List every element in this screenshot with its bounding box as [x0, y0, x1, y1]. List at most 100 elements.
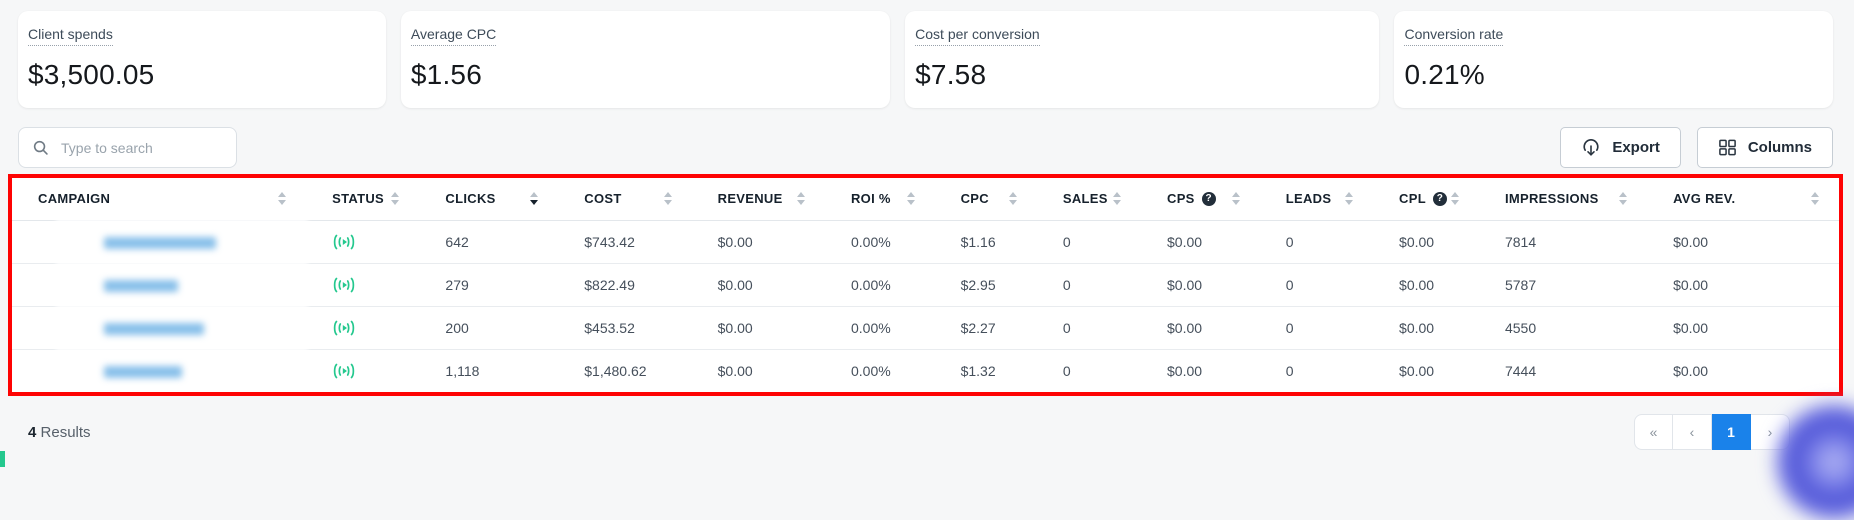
sort-icon[interactable] [1345, 192, 1354, 206]
column-header-revenue[interactable]: REVENUE [691, 178, 825, 221]
campaigns-table-red-frame: CAMPAIGN STATUS CLICKS COST REVENUE ROI % CPC S… [8, 174, 1843, 396]
kpi-value: 0.21% [1404, 59, 1485, 90]
cell-impressions: 7444 [1478, 348, 1648, 392]
help-icon[interactable]: ? [1432, 191, 1447, 206]
cell-clicks: 642 [445, 233, 469, 250]
cell-sales: 0 [1036, 348, 1142, 392]
cell-avg_rev: $0.00 [1647, 262, 1839, 306]
column-label: AVG REV. [1673, 191, 1736, 207]
cell-sales: 0 [1036, 305, 1142, 349]
column-label: CAMPAIGN [38, 191, 111, 207]
cell-status [306, 220, 419, 263]
sort-icon[interactable] [278, 192, 287, 206]
column-label: CLICKS [445, 191, 496, 207]
sort-icon[interactable] [391, 192, 400, 206]
export-button[interactable]: Export [1560, 127, 1681, 168]
column-header-impressions[interactable]: IMPRESSIONS [1478, 178, 1648, 221]
cell-cpl: $0.00 [1373, 262, 1479, 306]
cell-cpc: $1.16 [960, 233, 996, 250]
campaign-name-redacted[interactable] [104, 366, 182, 379]
campaign-name-redacted[interactable] [104, 279, 178, 292]
kpi-card-client-spends: Client spends $3,500.05 [18, 11, 386, 108]
toolbar-buttons: Export Columns [1560, 127, 1833, 168]
kpi-label[interactable]: Client spends [28, 26, 113, 46]
search-box[interactable] [18, 127, 237, 168]
pagination: «‹ 1 › [1634, 414, 1790, 450]
cell-impressions: 5787 [1478, 262, 1648, 306]
cell-campaign[interactable] [12, 348, 307, 392]
cell-cpc: $2.95 [934, 262, 1037, 306]
cell-cps: $0.00 [1141, 348, 1260, 392]
cell-roi: 0.00% [824, 262, 935, 306]
cell-status [306, 348, 420, 392]
kpi-value: $7.58 [915, 59, 987, 90]
column-header-leads[interactable]: LEADS [1259, 178, 1374, 221]
column-label: REVENUE [717, 191, 783, 207]
cell-clicks: 200 [419, 305, 559, 349]
cell-leads: 0 [1259, 348, 1374, 392]
column-header-status[interactable]: STATUS [306, 178, 420, 221]
green-edge-artifact [0, 451, 5, 467]
column-header-roi[interactable]: ROI % [824, 178, 935, 221]
sort-icon[interactable] [663, 192, 672, 206]
columns-label: Columns [1747, 139, 1812, 156]
column-header-cps[interactable]: CPS? [1141, 178, 1260, 221]
sort-icon[interactable] [530, 192, 539, 206]
footer-bar: 4 Results «‹ 1 › [28, 414, 1790, 450]
sort-icon[interactable] [1231, 192, 1240, 206]
table-row[interactable]: 279 $822.49 $0.00 0.00% $2.95 0 $0.00 0 $0.00 578… [12, 262, 1839, 306]
kpi-label[interactable]: Conversion rate [1404, 26, 1504, 46]
table-body: 642 $743.42 $0.00 0.00% $1.16 0 $0.00 0 $0.00 781… [12, 220, 1839, 392]
column-header-avg_rev[interactable]: AVG REV. [1647, 178, 1839, 221]
table-row[interactable]: 200 $453.52 $0.00 0.00% $2.27 0 $0.00 0 $0.00 455… [12, 305, 1839, 349]
column-label: CPC [960, 191, 989, 207]
cell-avg_rev: $0.00 [1673, 233, 1709, 250]
column-header-cpl[interactable]: CPL? [1373, 178, 1479, 221]
search-input[interactable] [61, 139, 226, 156]
table-row[interactable]: 1,118 $1,480.62 $0.00 0.00% $1.32 0 $0.00 0 $0.0… [12, 348, 1839, 392]
column-header-sales[interactable]: SALES [1036, 178, 1142, 221]
help-icon[interactable]: ? [1201, 191, 1216, 206]
cell-cost: $1,480.62 [558, 348, 692, 392]
sort-icon[interactable] [1113, 192, 1122, 206]
table-row[interactable]: 642 $743.42 $0.00 0.00% $1.16 0 $0.00 0 $0.00 781… [12, 220, 1839, 263]
cell-roi: 0.00% [850, 233, 891, 250]
cell-campaign[interactable] [12, 305, 307, 349]
sort-icon[interactable] [1811, 192, 1819, 206]
column-label: STATUS [332, 191, 385, 207]
kpi-label[interactable]: Average CPC [410, 26, 497, 46]
cell-impressions: 4550 [1478, 305, 1648, 349]
column-header-cost[interactable]: COST [558, 178, 692, 221]
pagination-prev[interactable]: ‹ [1673, 414, 1712, 450]
results-count: 4 [28, 423, 37, 441]
cell-leads: 0 [1259, 262, 1374, 306]
results-count-text: 4 Results [28, 424, 91, 441]
sort-icon[interactable] [796, 192, 805, 206]
column-label: CPS [1167, 191, 1195, 207]
column-label: LEADS [1285, 191, 1332, 207]
cell-campaign[interactable] [12, 262, 307, 306]
cell-cps: $0.00 [1141, 262, 1260, 306]
column-header-campaign[interactable]: CAMPAIGN [12, 178, 307, 221]
sort-icon[interactable] [1008, 192, 1017, 206]
campaign-name-redacted[interactable] [104, 236, 216, 249]
kpi-label[interactable]: Cost per conversion [915, 26, 1040, 46]
pagination-first[interactable]: « [1634, 414, 1673, 450]
sort-icon[interactable] [906, 192, 915, 206]
toolbar: Export Columns [18, 127, 1833, 168]
kpi-cards: Client spends $3,500.05 Average CPC $1.5… [0, 0, 1854, 108]
columns-button[interactable]: Columns [1696, 127, 1833, 168]
column-header-cpc[interactable]: CPC [934, 178, 1037, 221]
campaign-name-redacted[interactable] [104, 322, 204, 335]
cell-revenue: $0.00 [691, 305, 825, 349]
cell-sales: 0 [1062, 233, 1071, 250]
cell-impressions: 7814 [1504, 233, 1537, 250]
status-live-icon [333, 320, 355, 336]
cell-campaign[interactable] [12, 220, 306, 263]
pagination-page-1[interactable]: 1 [1712, 414, 1751, 450]
sort-icon[interactable] [1619, 192, 1628, 206]
column-header-clicks[interactable]: CLICKS [419, 178, 559, 221]
sort-icon[interactable] [1450, 192, 1459, 206]
cell-cpl: $0.00 [1399, 233, 1435, 250]
status-live-icon [333, 234, 355, 250]
